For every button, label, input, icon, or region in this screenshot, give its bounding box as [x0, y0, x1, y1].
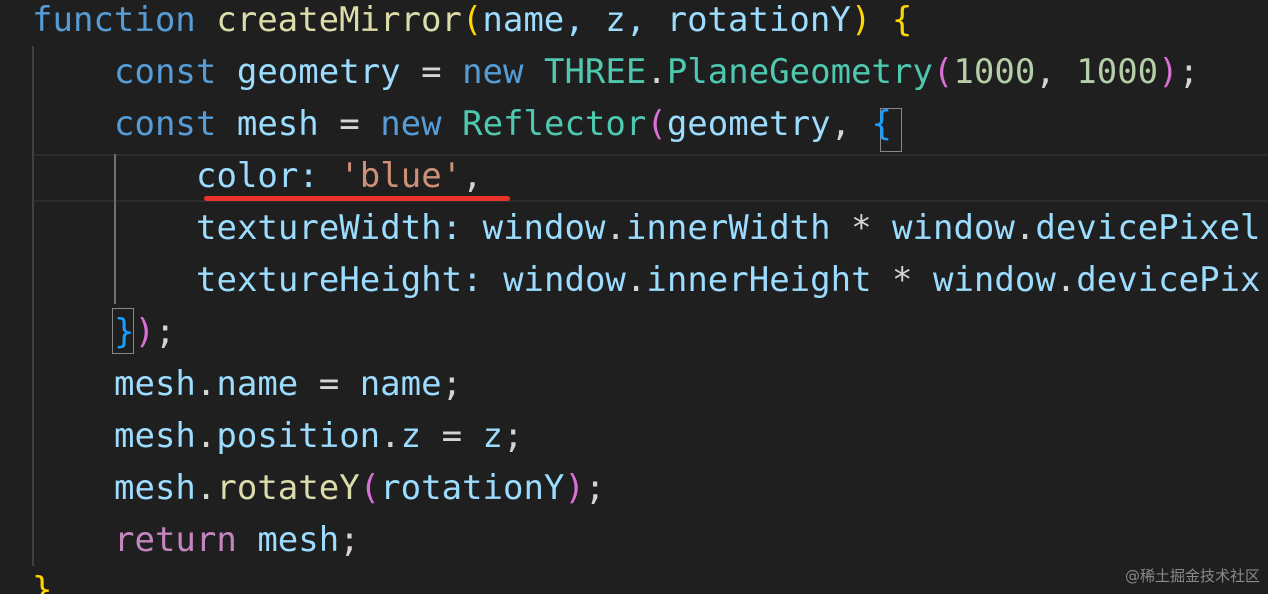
- code-line-8[interactable]: mesh.name = name;: [114, 358, 462, 410]
- assign-operator: =: [298, 364, 360, 404]
- code-line-5[interactable]: textureWidth: window.innerWidth * window…: [196, 202, 1261, 254]
- property-devicepixel: devicePixel: [1035, 208, 1261, 248]
- object-window: window: [932, 260, 1056, 300]
- multiply-operator: *: [871, 260, 933, 300]
- argument-geometry: geometry: [666, 104, 831, 144]
- property-innerwidth: innerWidth: [625, 208, 831, 248]
- property-textureheight: textureHeight: [196, 260, 463, 300]
- semicolon: ;: [339, 520, 360, 560]
- code-line-1[interactable]: function createMirror(name, z, rotationY…: [32, 0, 912, 46]
- method-rotatey: rotateY: [216, 468, 360, 508]
- semicolon: ;: [441, 364, 463, 404]
- comma: ,: [830, 104, 872, 144]
- colon: :: [462, 260, 504, 300]
- colon: :: [298, 156, 340, 196]
- comma: ,: [462, 156, 483, 196]
- property-color: color: [196, 156, 299, 196]
- property-position: position: [216, 416, 381, 456]
- keyword-new: new: [380, 104, 442, 144]
- paren-open: (: [932, 52, 954, 92]
- paren-close: ): [134, 312, 155, 352]
- keyword-new: new: [462, 52, 524, 92]
- semicolon: ;: [1178, 52, 1200, 92]
- paren-close: ): [850, 0, 872, 40]
- watermark: @稀土掘金技术社区: [1124, 567, 1260, 585]
- class-planegeometry: PlaneGeometry: [666, 52, 933, 92]
- dot: .: [380, 416, 401, 456]
- property-devicepix: devicePix: [1076, 260, 1261, 300]
- variable-name: name: [359, 364, 442, 404]
- variable-mesh: mesh: [257, 520, 340, 560]
- code-editor[interactable]: function createMirror(name, z, rotationY…: [0, 0, 1268, 594]
- code-line-7[interactable]: });: [114, 306, 175, 358]
- number-height: 1000: [1076, 52, 1159, 92]
- dot: .: [195, 364, 217, 404]
- code-line-4[interactable]: color: 'blue',: [196, 150, 483, 202]
- assign-operator: =: [421, 52, 442, 92]
- property-z: z: [400, 416, 422, 456]
- dot: .: [625, 260, 647, 300]
- variable-geometry: geometry: [236, 52, 401, 92]
- keyword-const: const: [114, 104, 217, 144]
- code-line-6[interactable]: textureHeight: window.innerHeight * wind…: [196, 254, 1261, 306]
- assign-operator: =: [421, 416, 483, 456]
- dot: .: [195, 468, 217, 508]
- code-line-3[interactable]: const mesh = new Reflector(geometry, {: [114, 98, 892, 150]
- paren-open: (: [646, 104, 667, 144]
- keyword-return: return: [114, 520, 237, 560]
- semicolon: ;: [584, 468, 606, 508]
- code-line-12[interactable]: }: [32, 564, 52, 594]
- paren-close: ): [564, 468, 585, 508]
- object-mesh: mesh: [114, 468, 196, 508]
- dot: .: [195, 416, 217, 456]
- assign-operator: =: [339, 104, 360, 144]
- property-texturewidth: textureWidth: [196, 208, 442, 248]
- property-name: name: [216, 364, 299, 404]
- keyword-function: function: [32, 0, 196, 40]
- dot: .: [646, 52, 667, 92]
- paren-close: ): [1158, 52, 1179, 92]
- brace-close: }: [32, 570, 53, 594]
- object-window: window: [482, 208, 606, 248]
- brace-open-object: {: [871, 104, 893, 144]
- variable-mesh: mesh: [236, 104, 319, 144]
- string-blue: 'blue': [339, 156, 463, 196]
- red-underline-annotation: [204, 196, 510, 201]
- colon: :: [441, 208, 483, 248]
- code-line-11[interactable]: return mesh;: [114, 514, 360, 566]
- number-width: 1000: [953, 52, 1036, 92]
- argument-rotationy: rotationY: [380, 468, 565, 508]
- object-mesh: mesh: [114, 416, 196, 456]
- function-params: name, z, rotationY: [482, 0, 851, 40]
- function-name: createMirror: [216, 0, 462, 40]
- object-window: window: [503, 260, 626, 300]
- paren-open: (: [359, 468, 381, 508]
- multiply-operator: *: [830, 208, 893, 248]
- dot: .: [1014, 208, 1036, 248]
- semicolon: ;: [154, 312, 176, 352]
- code-line-9[interactable]: mesh.position.z = z;: [114, 410, 524, 462]
- comma: ,: [1035, 52, 1077, 92]
- code-line-10[interactable]: mesh.rotateY(rotationY);: [114, 462, 605, 514]
- brace-open: {: [891, 0, 913, 40]
- dot: .: [1055, 260, 1077, 300]
- dot: .: [605, 208, 626, 248]
- namespace-three: THREE: [543, 52, 647, 92]
- keyword-const: const: [114, 52, 217, 92]
- semicolon: ;: [503, 416, 524, 456]
- brace-close-object: }: [114, 312, 135, 352]
- variable-z: z: [482, 416, 504, 456]
- indent-guide-level1: [32, 46, 34, 566]
- object-window: window: [892, 208, 1015, 248]
- property-innerheight: innerHeight: [646, 260, 872, 300]
- paren-open: (: [461, 0, 483, 40]
- class-reflector: Reflector: [462, 104, 647, 144]
- object-mesh: mesh: [114, 364, 196, 404]
- code-line-2[interactable]: const geometry = new THREE.PlaneGeometry…: [114, 46, 1199, 98]
- indent-guide-level2: [114, 154, 116, 304]
